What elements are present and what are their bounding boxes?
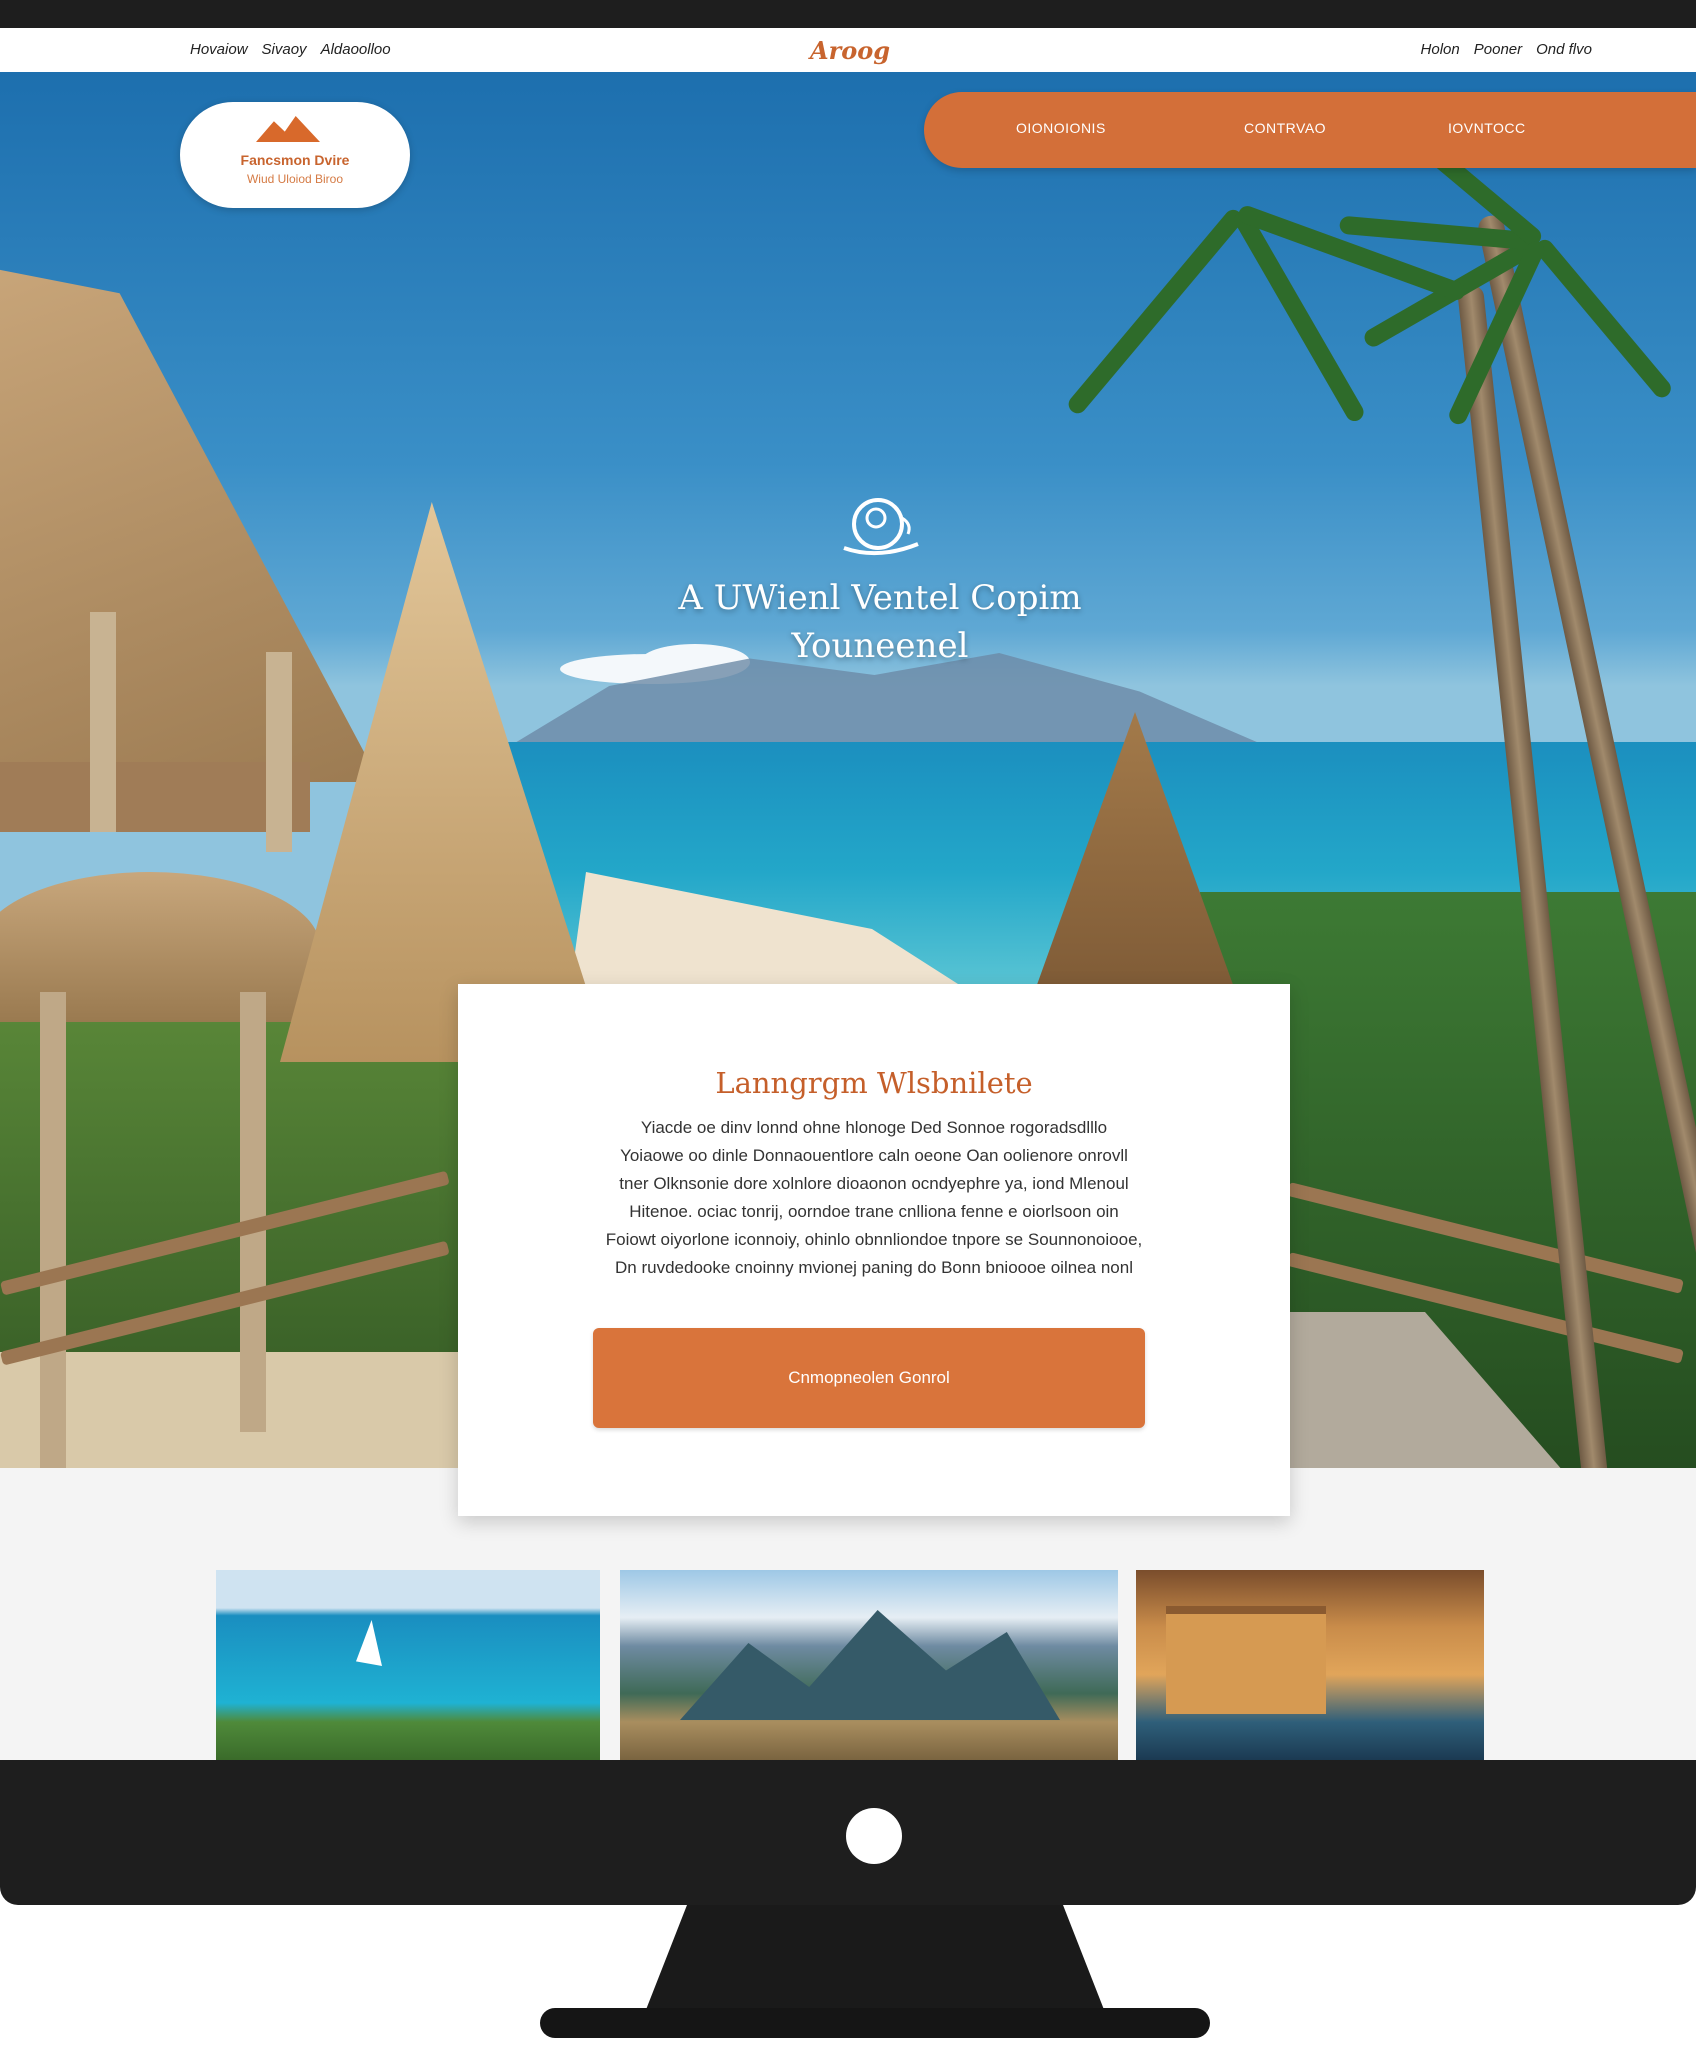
topbar-link-4[interactable]: Holon (1421, 41, 1460, 58)
card-body-line: Foiowt oiyorlone iconnoiy, ohinlo obnnli… (605, 1230, 1143, 1249)
hero-title-line-1: A UWienl Ventel Copim (678, 578, 1082, 618)
destination-thumbnail-city[interactable] (1136, 1570, 1484, 1760)
website-screen: Hovaiow Sivaoy Aldaoolloo Aroog Holon Po… (0, 28, 1696, 1760)
hut-deck (0, 762, 310, 832)
monitor-stand-base (540, 2008, 1210, 2038)
sailboat-shape (356, 1620, 382, 1666)
card-body-line: Hitenoe. ociac tonrij, oorndoe trane cnl… (629, 1202, 1119, 1221)
top-utility-bar: Hovaiow Sivaoy Aldaoolloo Aroog Holon Po… (0, 28, 1696, 73)
card-body-line: Dn ruvdedooke cnoinny mvionej paning do … (615, 1258, 1133, 1277)
topbar-right-links: Holon Pooner Ond flvo (1421, 41, 1592, 58)
palm-frond (1532, 236, 1675, 401)
monitor-stand (640, 1905, 1110, 2025)
thatched-hut-roof (0, 262, 380, 782)
card-body-line: tner Olknsonie dore xolnlore dioaonon oc… (619, 1174, 1129, 1193)
intro-card: Lanngrgm Wlsbnilete Yiacde oe dinv lonnd… (458, 984, 1290, 1516)
nav-item-2[interactable]: CONTRVAO (1244, 120, 1326, 136)
hero-title: A UWienl Ventel Copim Youneenel (500, 574, 1260, 670)
card-title: Lanngrgm Wlsbnilete (715, 1066, 1033, 1100)
destination-thumbnail-mountains[interactable] (620, 1570, 1118, 1760)
site-logo[interactable]: Aroog (810, 36, 890, 65)
travel-globe-icon (843, 498, 919, 556)
topbar-link-3[interactable]: Aldaoolloo (321, 41, 391, 58)
hero-title-line-2: Youneenel (791, 626, 969, 666)
destination-thumbnail-beach[interactable] (216, 1570, 600, 1760)
card-body-line: Yoiaowe oo dinle Donnaouentlore caln oeo… (620, 1146, 1128, 1165)
mountain-logo-icon (256, 116, 320, 142)
topbar-left-links: Hovaiow Sivaoy Aldaoolloo (190, 41, 391, 58)
palm-frond (1064, 206, 1246, 417)
topbar-link-2[interactable]: Sivaoy (262, 41, 307, 58)
mountain-range-shape (680, 1610, 1060, 1720)
topbar-link-5[interactable]: Pooner (1474, 41, 1522, 58)
card-body: Yiacde oe dinv lonnd ohne hlonoge Ded So… (558, 1114, 1190, 1282)
hut-post (40, 992, 66, 1468)
topbar-link-6[interactable]: Ond flvo (1536, 41, 1592, 58)
cta-button[interactable]: Cnmopneolen Gonrol (593, 1328, 1145, 1428)
main-nav: OIONOIONIS CONTRVAO IOVNTOCC (924, 92, 1696, 168)
brand-badge[interactable]: Fancsmon Dvire Wiud Uloiod Biroo (180, 102, 410, 208)
badge-title: Fancsmon Dvire (240, 152, 350, 168)
nav-item-1[interactable]: OIONOIONIS (1016, 120, 1106, 136)
hut-post (90, 612, 116, 832)
badge-subtitle: Wiud Uloiod Biroo (246, 172, 344, 186)
hut-post (266, 652, 292, 852)
nav-item-3[interactable]: IOVNTOCC (1448, 120, 1526, 136)
monitor-logo-dot (846, 1808, 902, 1864)
card-body-line: Yiacde oe dinv lonnd ohne hlonoge Ded So… (640, 1118, 1108, 1137)
hut-post (240, 992, 266, 1432)
building-shape (1166, 1606, 1326, 1714)
topbar-link-1[interactable]: Hovaiow (190, 41, 248, 58)
